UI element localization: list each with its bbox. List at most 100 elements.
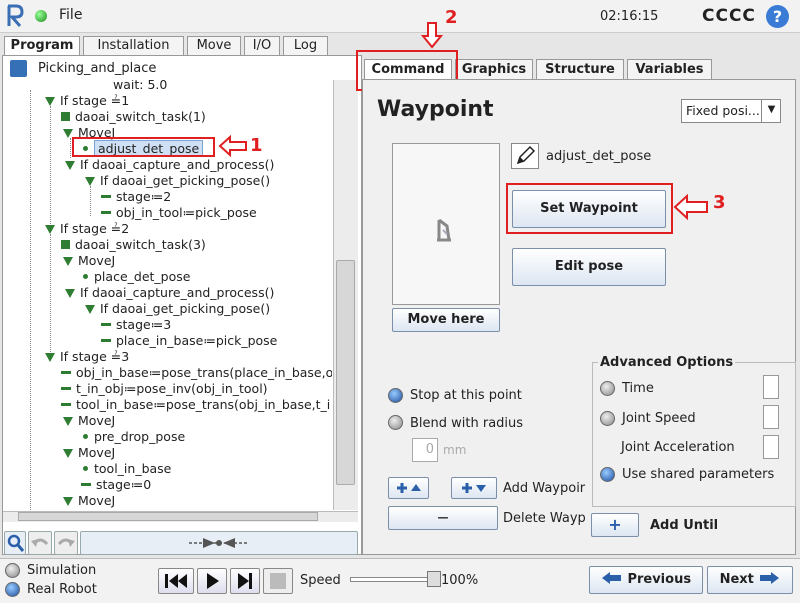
tree-item[interactable]: obj_in_base≔pose_trans(place_in_base,o xyxy=(61,365,332,381)
annotation-arrow-left-icon xyxy=(673,194,708,220)
previous-button[interactable]: Previous xyxy=(589,566,703,594)
tree-item[interactable]: tool_in_base xyxy=(83,461,171,477)
assignment-icon xyxy=(81,483,91,486)
annotation-box-3 xyxy=(506,183,673,234)
expand-icon xyxy=(65,289,75,298)
joint-speed-radio[interactable] xyxy=(600,411,615,426)
script-icon xyxy=(61,112,70,121)
tab-structure[interactable]: Structure xyxy=(536,59,624,79)
edit-pose-button[interactable]: Edit pose xyxy=(512,248,666,286)
expand-icon xyxy=(85,305,95,314)
joint-acceleration-label: Joint Acceleration xyxy=(621,440,735,455)
search-button[interactable] xyxy=(4,531,26,555)
rename-button[interactable] xyxy=(511,143,539,169)
delete-waypoint-button[interactable]: — xyxy=(388,506,498,530)
tree-item[interactable]: If stage ≟3 xyxy=(45,349,129,365)
redo-icon xyxy=(57,538,75,547)
speed-slider-handle[interactable] xyxy=(427,571,441,587)
tree-item[interactable]: tool_in_base≔pose_trans(obj_in_base,t_i xyxy=(61,397,330,413)
redo-button[interactable] xyxy=(54,531,78,555)
tree-item[interactable]: pre_drop_pose xyxy=(83,429,185,445)
assignment-icon xyxy=(61,387,71,390)
joint-speed-input[interactable] xyxy=(763,405,779,429)
tree-hscroll-thumb[interactable] xyxy=(18,512,318,521)
tree-item[interactable]: MoveJ xyxy=(63,493,115,509)
tree-item[interactable]: obj_in_tool≔pick_pose xyxy=(101,205,257,221)
stop-button[interactable] xyxy=(263,568,293,594)
tree-item[interactable]: stage≔0 xyxy=(81,477,151,493)
tree-item[interactable]: If daoai_capture_and_process() xyxy=(65,285,274,301)
stop-at-point-radio[interactable] xyxy=(388,388,403,403)
tab-variables[interactable]: Variables xyxy=(627,59,712,79)
rewind-button[interactable] xyxy=(158,568,194,594)
move-here-button[interactable]: Move here xyxy=(392,308,500,332)
help-button[interactable]: ? xyxy=(766,5,789,28)
expand-icon xyxy=(45,97,55,106)
speed-value: 100% xyxy=(441,573,479,588)
tree-item[interactable]: If daoai_get_picking_pose() xyxy=(85,301,270,317)
tree-item[interactable]: If daoai_capture_and_process() xyxy=(65,157,274,173)
tree-item[interactable]: MoveJ xyxy=(63,413,115,429)
add-waypoint-label: Add Waypoir xyxy=(503,481,586,496)
collapse-arrows-icon xyxy=(189,538,249,548)
tree-item[interactable]: MoveJ xyxy=(63,253,115,269)
tree-item[interactable]: stage≔3 xyxy=(101,317,171,333)
add-waypoint-before-button[interactable] xyxy=(388,477,429,499)
annotation-label-2: 2 xyxy=(445,7,458,28)
shared-parameters-radio[interactable] xyxy=(600,467,615,482)
tab-installation[interactable]: Installation xyxy=(83,36,184,55)
robot-preview xyxy=(392,143,500,305)
real-robot-radio[interactable] xyxy=(5,582,20,597)
annotation-label-3: 3 xyxy=(713,192,726,213)
expand-icon xyxy=(63,449,73,458)
tree-item[interactable]: If stage ≟1 xyxy=(45,93,129,109)
tree-item[interactable]: place_in_base≔pick_pose xyxy=(101,333,277,349)
add-until-label: Add Until xyxy=(650,518,719,533)
search-icon xyxy=(7,534,25,552)
expand-icon xyxy=(45,353,55,362)
speed-label: Speed xyxy=(300,573,341,588)
tree-item[interactable]: If stage ≟2 xyxy=(45,221,129,237)
tree-item[interactable]: place_det_pose xyxy=(83,269,190,285)
tab-io[interactable]: I/O xyxy=(244,36,280,55)
tab-program[interactable]: Program xyxy=(4,36,80,57)
blend-radius-radio[interactable] xyxy=(388,415,403,430)
assignment-icon xyxy=(61,403,71,406)
tab-move[interactable]: Move xyxy=(187,36,241,55)
tree-item[interactable]: MoveJ xyxy=(63,445,115,461)
time-radio[interactable] xyxy=(600,381,615,396)
waypoint-icon xyxy=(83,466,88,471)
blend-radius-input[interactable]: 0 xyxy=(412,438,438,462)
step-button[interactable] xyxy=(230,568,260,594)
undo-button[interactable] xyxy=(28,531,52,555)
expand-icon xyxy=(63,417,73,426)
joint-acceleration-input[interactable] xyxy=(763,435,779,459)
time-label: Time xyxy=(622,381,654,396)
undo-icon xyxy=(31,538,49,547)
add-after-icon xyxy=(462,483,486,493)
tree-item[interactable]: If daoai_get_picking_pose() xyxy=(85,173,270,189)
tab-log[interactable]: Log xyxy=(283,36,328,55)
annotation-label-1: 1 xyxy=(250,135,263,156)
tree-item[interactable]: stage≔2 xyxy=(101,189,171,205)
tree-item[interactable]: daoai_switch_task(3) xyxy=(61,237,206,253)
assignment-icon xyxy=(101,195,111,198)
chevron-down-icon[interactable]: ▼ xyxy=(761,99,781,123)
tree-item[interactable]: t_in_obj≔pose_inv(obj_in_tool) xyxy=(61,381,268,397)
simulation-radio[interactable] xyxy=(5,563,20,578)
ur-logo-icon xyxy=(7,4,24,27)
add-until-button[interactable]: + xyxy=(591,513,639,537)
collapse-toggle-button[interactable] xyxy=(80,531,358,555)
next-button[interactable]: Next xyxy=(707,566,793,594)
file-menu[interactable]: File xyxy=(59,7,82,23)
tree-item[interactable]: wait: 5.0 xyxy=(113,80,167,93)
add-waypoint-after-button[interactable] xyxy=(451,477,497,499)
time-input[interactable] xyxy=(763,375,779,399)
tree-scroll-thumb[interactable] xyxy=(336,260,355,485)
tree-item[interactable]: daoai_switch_task(1) xyxy=(61,109,206,125)
assignment-icon xyxy=(61,371,71,374)
speed-slider[interactable] xyxy=(350,577,435,582)
waypoint-icon xyxy=(83,434,88,439)
play-button[interactable] xyxy=(197,568,227,594)
tab-graphics[interactable]: Graphics xyxy=(455,59,533,79)
